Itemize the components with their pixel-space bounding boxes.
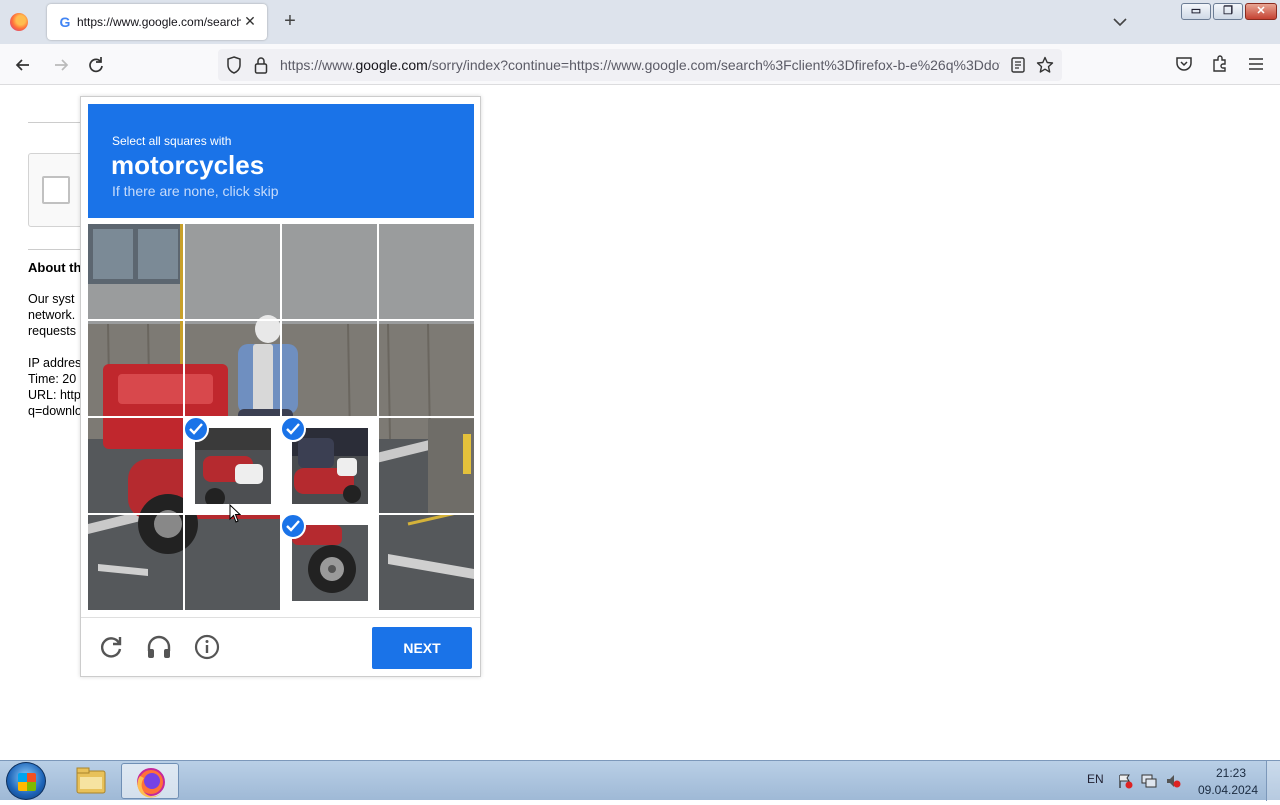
restore-icon: ❐ bbox=[1223, 5, 1233, 17]
recaptcha-checkbox[interactable] bbox=[42, 176, 70, 204]
challenge-tile-selected[interactable] bbox=[282, 515, 377, 610]
url-domain: google.com bbox=[355, 57, 428, 73]
volume-muted-icon[interactable] bbox=[1165, 773, 1181, 789]
action-center-flag-icon[interactable] bbox=[1117, 773, 1133, 789]
window-minimize-button[interactable]: ▭ bbox=[1181, 3, 1211, 20]
arrow-left-icon bbox=[15, 59, 29, 71]
show-desktop-button[interactable] bbox=[1266, 761, 1280, 801]
challenge-tile-selected[interactable] bbox=[282, 418, 377, 513]
new-challenge-reload-icon[interactable] bbox=[98, 634, 124, 660]
url-query-line: q=downlo bbox=[28, 404, 80, 418]
recaptcha-widget[interactable] bbox=[28, 153, 88, 227]
pocket-icon[interactable] bbox=[1175, 55, 1193, 73]
windows-taskbar: EN 21:23 09.04.2024 bbox=[0, 760, 1280, 801]
new-tab-button[interactable]: + bbox=[280, 11, 300, 31]
audio-challenge-headphones-icon[interactable] bbox=[146, 634, 172, 660]
tile-motorcycle-image bbox=[292, 428, 368, 504]
extensions-puzzle-icon[interactable] bbox=[1211, 54, 1229, 72]
url-line: URL: http bbox=[28, 388, 80, 402]
challenge-instruction: Select all squares with bbox=[112, 134, 232, 148]
url-path: /sorry/index?continue=https://www.google… bbox=[427, 57, 1000, 73]
challenge-target: motorcycles bbox=[111, 150, 265, 180]
next-button[interactable]: NEXT bbox=[372, 627, 472, 669]
divider bbox=[28, 249, 88, 250]
tab-bar: G https://www.google.com/search ✕ + ▭ ❐ … bbox=[0, 0, 1280, 44]
challenge-tile-selected[interactable] bbox=[185, 418, 280, 513]
tile-motorcycle-image bbox=[292, 525, 368, 601]
close-icon: ✕ bbox=[1256, 5, 1266, 17]
taskbar-explorer[interactable] bbox=[62, 763, 120, 799]
url-text[interactable]: https://www.google.com/sorry/index?conti… bbox=[280, 57, 1000, 73]
forward-button[interactable] bbox=[48, 52, 74, 78]
divider bbox=[28, 122, 88, 123]
bookmark-star-icon[interactable] bbox=[1036, 56, 1054, 74]
tile-motorcycle-image bbox=[195, 428, 271, 504]
navigation-toolbar: https://www.google.com/sorry/index?conti… bbox=[0, 44, 1280, 85]
firefox-icon bbox=[137, 768, 165, 798]
help-info-icon[interactable] bbox=[194, 634, 220, 660]
folder-icon bbox=[76, 767, 106, 794]
arrow-right-icon bbox=[55, 59, 69, 71]
windows-logo-icon bbox=[18, 773, 36, 791]
hamburger-menu-icon[interactable] bbox=[1247, 55, 1265, 73]
body-text-line: requests bbox=[28, 324, 76, 338]
start-button[interactable] bbox=[6, 762, 46, 800]
challenge-header: Select all squares with motorcycles If t… bbox=[88, 104, 474, 218]
language-indicator[interactable]: EN bbox=[1087, 772, 1104, 786]
challenge-image-grid bbox=[88, 224, 474, 610]
body-text-line: network. bbox=[28, 308, 76, 322]
clock-date[interactable]: 09.04.2024 bbox=[1196, 783, 1260, 797]
reload-button[interactable] bbox=[83, 52, 109, 78]
reader-view-icon[interactable] bbox=[1010, 57, 1026, 73]
clock-time[interactable]: 21:23 bbox=[1206, 766, 1256, 780]
about-heading: About th bbox=[28, 260, 82, 275]
recaptcha-challenge-dialog: Select all squares with motorcycles If t… bbox=[80, 96, 481, 677]
tab-active[interactable]: G https://www.google.com/search ✕ bbox=[47, 4, 267, 40]
challenge-footer: NEXT bbox=[81, 617, 480, 677]
taskbar-firefox[interactable] bbox=[121, 763, 179, 799]
network-icon[interactable] bbox=[1141, 773, 1157, 789]
back-button[interactable] bbox=[10, 52, 36, 78]
url-bar[interactable]: https://www.google.com/sorry/index?conti… bbox=[218, 49, 1062, 81]
time-line: Time: 20 bbox=[28, 372, 77, 386]
list-all-tabs-icon[interactable] bbox=[1110, 12, 1130, 32]
street-photo bbox=[88, 224, 474, 610]
reload-icon bbox=[89, 57, 103, 73]
lock-icon[interactable] bbox=[254, 56, 268, 74]
tab-close-button[interactable]: ✕ bbox=[241, 12, 259, 30]
challenge-hint: If there are none, click skip bbox=[112, 183, 279, 199]
window-restore-button[interactable]: ❐ bbox=[1213, 3, 1243, 20]
tab-title: https://www.google.com/search bbox=[77, 15, 241, 29]
tracking-protection-shield-icon[interactable] bbox=[226, 56, 242, 74]
firefox-view-icon[interactable] bbox=[10, 13, 28, 31]
minimize-icon: ▭ bbox=[1190, 5, 1202, 17]
window-close-button[interactable]: ✕ bbox=[1245, 3, 1277, 20]
mouse-cursor-icon bbox=[229, 504, 241, 523]
ip-address-line: IP addres bbox=[28, 356, 80, 370]
google-favicon-icon: G bbox=[59, 14, 71, 30]
url-prefix: https://www. bbox=[280, 57, 356, 73]
body-text-line: Our syst bbox=[28, 292, 75, 306]
